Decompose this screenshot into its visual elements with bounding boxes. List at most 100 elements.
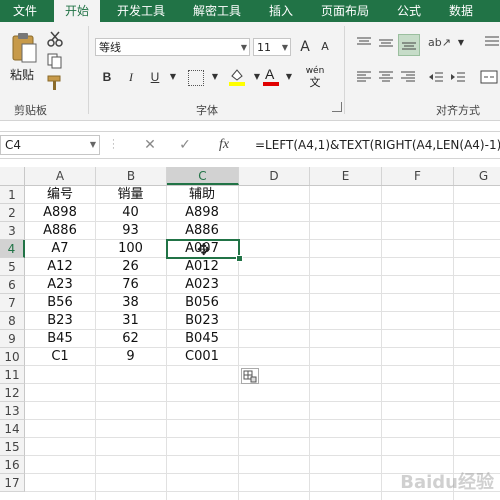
row-header[interactable]: 1 <box>0 186 25 204</box>
font-size-select[interactable]: 11 ▼ <box>253 38 291 56</box>
cell-c7[interactable]: B056 <box>166 294 238 312</box>
column-header-b[interactable]: B <box>96 167 167 185</box>
column-header-c[interactable]: C <box>167 167 239 185</box>
cell-c10[interactable]: C001 <box>166 348 238 366</box>
align-bottom-icon[interactable] <box>398 34 420 56</box>
align-middle-icon[interactable] <box>378 36 394 50</box>
row-header[interactable]: 12 <box>0 384 25 402</box>
cell-a5[interactable]: A12 <box>25 258 95 276</box>
tab-home[interactable]: 开始 <box>54 0 100 23</box>
shrink-font-button[interactable]: A <box>316 38 334 56</box>
column-header-f[interactable]: F <box>382 167 454 185</box>
row-header[interactable]: 8 <box>0 312 25 330</box>
paste-button[interactable]: 粘贴 <box>8 32 42 82</box>
cell-a3[interactable]: A886 <box>25 222 95 240</box>
column-header-d[interactable]: D <box>239 167 310 185</box>
increase-indent-icon[interactable] <box>450 70 466 84</box>
cell-b9[interactable]: 62 <box>95 330 166 348</box>
cell-a4[interactable]: A7 <box>25 240 95 258</box>
align-top-icon[interactable] <box>356 36 372 50</box>
grow-font-button[interactable]: A <box>296 38 314 56</box>
cell-c3[interactable]: A886 <box>166 222 238 240</box>
italic-button[interactable]: I <box>122 68 140 86</box>
row-header[interactable]: 5 <box>0 258 25 276</box>
column-header-g[interactable]: G <box>454 167 500 185</box>
align-right-icon[interactable] <box>400 70 416 84</box>
row-header[interactable]: 15 <box>0 438 25 456</box>
align-left-icon[interactable] <box>356 70 372 84</box>
cell-a7[interactable]: B56 <box>25 294 95 312</box>
row-header[interactable]: 16 <box>0 456 25 474</box>
cell-b4[interactable]: 100 <box>95 240 166 258</box>
tab-page-layout[interactable]: 页面布局 <box>310 0 380 22</box>
row-header[interactable]: 11 <box>0 366 25 384</box>
tab-file[interactable]: 文件 <box>0 0 50 22</box>
underline-button[interactable]: U <box>146 68 164 86</box>
cell-b8[interactable]: 31 <box>95 312 166 330</box>
cell-c9[interactable]: B045 <box>166 330 238 348</box>
cell-c2[interactable]: A898 <box>166 204 238 222</box>
format-painter-icon[interactable] <box>46 74 64 92</box>
row-header-selected[interactable]: 4 <box>0 240 25 258</box>
cell-b5[interactable]: 26 <box>95 258 166 276</box>
row-header[interactable]: 7 <box>0 294 25 312</box>
merge-center-icon[interactable] <box>480 68 498 86</box>
formula-input[interactable]: =LEFT(A4,1)&TEXT(RIGHT(A4,LEN(A4)-1),"00… <box>255 135 500 155</box>
cell-c1[interactable]: 辅助 <box>166 186 238 204</box>
cell-b3[interactable]: 93 <box>95 222 166 240</box>
cell-b7[interactable]: 38 <box>95 294 166 312</box>
chevron-down-icon[interactable]: ▼ <box>452 34 470 52</box>
cancel-icon[interactable]: ✕ <box>140 135 160 155</box>
row-header[interactable]: 2 <box>0 204 25 222</box>
chevron-down-icon[interactable]: ▼ <box>164 68 182 86</box>
enter-icon[interactable]: ✓ <box>175 135 195 155</box>
align-center-icon[interactable] <box>378 70 394 84</box>
cell-c8[interactable]: B023 <box>166 312 238 330</box>
row-header[interactable]: 14 <box>0 420 25 438</box>
copy-icon[interactable] <box>46 52 64 70</box>
cut-icon[interactable] <box>46 30 64 48</box>
cell-a6[interactable]: A23 <box>25 276 95 294</box>
row-header[interactable]: 9 <box>0 330 25 348</box>
cell-a1[interactable]: 编号 <box>25 186 95 204</box>
tab-developer[interactable]: 开发工具 <box>106 0 176 22</box>
name-box[interactable]: C4 ▼ <box>0 135 100 155</box>
row-header[interactable]: 3 <box>0 222 25 240</box>
cell-b10[interactable]: 9 <box>95 348 166 366</box>
phonetic-button[interactable]: wén 文 <box>302 66 328 89</box>
wrap-text-icon[interactable] <box>484 34 500 52</box>
tab-decrypt[interactable]: 解密工具 <box>182 0 252 22</box>
cell-b2[interactable]: 40 <box>95 204 166 222</box>
fill-handle[interactable] <box>236 255 243 262</box>
column-header-a[interactable]: A <box>25 167 96 185</box>
dialog-launcher-icon[interactable] <box>332 102 342 112</box>
bold-button[interactable]: B <box>98 68 116 86</box>
font-name-select[interactable]: 等线 ▼ <box>95 38 250 56</box>
column-header-e[interactable]: E <box>310 167 382 185</box>
borders-icon[interactable] <box>188 70 204 86</box>
cell-grid[interactable]: 编号 销量 辅助 A898 40 A898 A886 93 A886 A7 10… <box>25 186 500 500</box>
row-header[interactable]: 13 <box>0 402 25 420</box>
decrease-indent-icon[interactable] <box>428 70 444 84</box>
cell-c5[interactable]: A012 <box>166 258 238 276</box>
row-header[interactable]: 17 <box>0 474 25 492</box>
select-all-corner[interactable] <box>0 167 25 185</box>
cell-b1[interactable]: 销量 <box>95 186 166 204</box>
cell-a10[interactable]: C1 <box>25 348 95 366</box>
tab-data[interactable]: 数据 <box>438 0 484 22</box>
cell-b6[interactable]: 76 <box>95 276 166 294</box>
row-header[interactable]: 10 <box>0 348 25 366</box>
orientation-icon[interactable]: ab↗ <box>428 36 452 52</box>
fill-color-icon[interactable] <box>228 66 246 86</box>
insert-function-icon[interactable]: fx <box>214 135 234 155</box>
tab-insert[interactable]: 插入 <box>258 0 304 22</box>
row-header[interactable]: 6 <box>0 276 25 294</box>
font-color-icon[interactable]: A <box>262 66 280 86</box>
cell-a9[interactable]: B45 <box>25 330 95 348</box>
chevron-down-icon[interactable]: ▼ <box>206 68 224 86</box>
cell-c6[interactable]: A023 <box>166 276 238 294</box>
paste-options-icon[interactable] <box>241 368 259 384</box>
cell-a8[interactable]: B23 <box>25 312 95 330</box>
cell-a2[interactable]: A898 <box>25 204 95 222</box>
chevron-down-icon[interactable]: ▼ <box>280 68 298 86</box>
